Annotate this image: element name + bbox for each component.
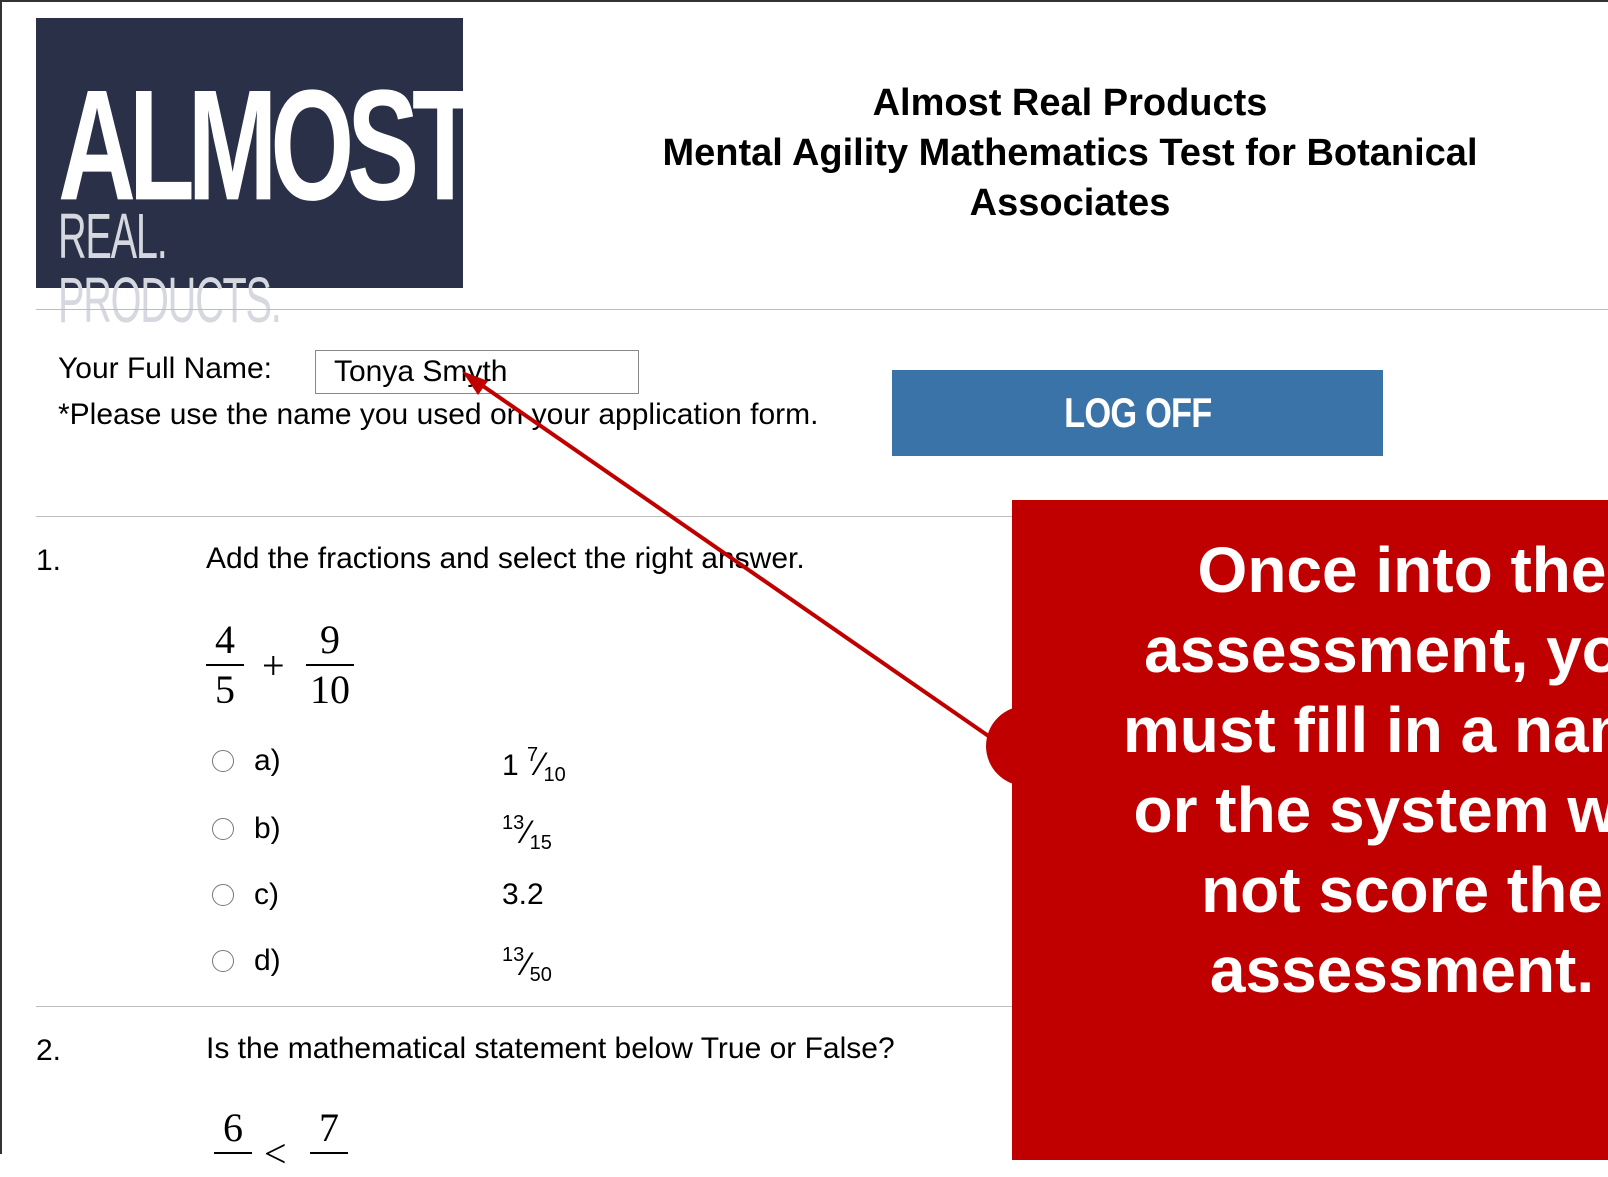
arrow-shaft xyxy=(468,375,1002,746)
annotation-arrow xyxy=(462,371,1002,746)
arrow-head-icon xyxy=(462,371,488,395)
